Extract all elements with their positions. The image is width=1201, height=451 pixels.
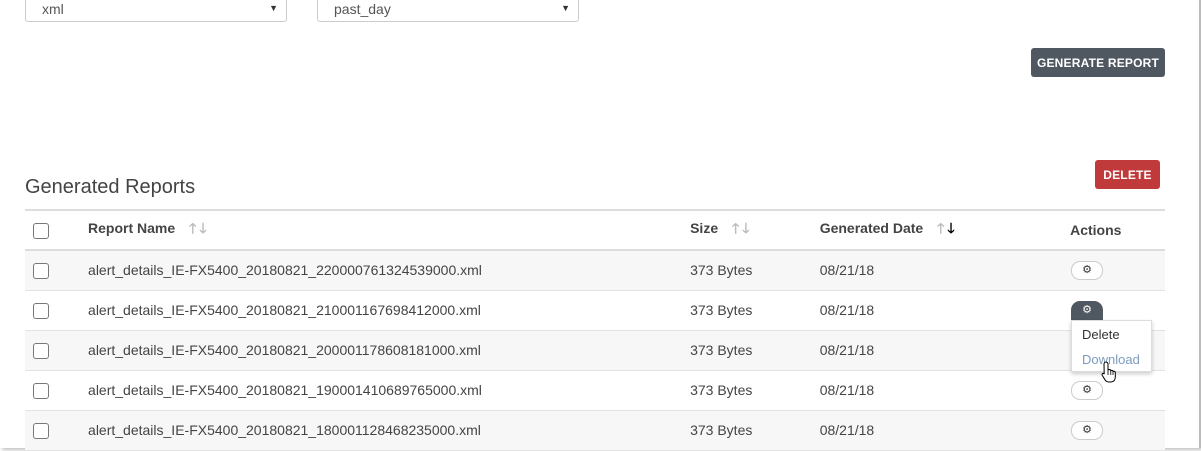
format-select[interactable]: xml ▼: [25, 0, 287, 22]
section-title: Generated Reports: [25, 176, 196, 198]
sort-arrows-icon[interactable]: 🡑🡓: [937, 220, 958, 236]
table-row: alert_details_IE-FX5400_20180821_2000011…: [25, 330, 1165, 370]
row-checkbox[interactable]: [33, 342, 49, 359]
row-report-name: alert_details_IE-FX5400_20180821_2200007…: [88, 262, 482, 279]
table-row: alert_details_IE-FX5400_20180821_2100011…: [25, 290, 1165, 330]
hand-pointer-icon: [1101, 361, 1116, 383]
row-checkbox[interactable]: [33, 302, 49, 319]
range-select[interactable]: past_day ▼: [317, 0, 579, 22]
table-row: alert_details_IE-FX5400_20180821_1900014…: [25, 370, 1165, 410]
header-generated-date[interactable]: Generated Date 🡑🡓: [819, 210, 1069, 250]
row-report-name: alert_details_IE-FX5400_20180821_2100011…: [88, 302, 481, 318]
header-size[interactable]: Size 🡑🡓: [689, 210, 819, 250]
select-all-checkbox[interactable]: [33, 222, 49, 239]
row-report-name: alert_details_IE-FX5400_20180821_2000011…: [88, 342, 481, 358]
range-select-value: past_day: [334, 1, 391, 17]
row-report-name: alert_details_IE-FX5400_20180821_1900014…: [88, 382, 482, 398]
row-checkbox[interactable]: [33, 262, 49, 279]
row-checkbox[interactable]: [33, 382, 49, 399]
row-date: 08/21/18: [819, 422, 875, 438]
row-size: 373 Bytes: [690, 302, 753, 318]
row-size: 373 Bytes: [690, 262, 753, 279]
header-actions: Actions: [1070, 222, 1122, 238]
reports-table: Report Name 🡑🡓 Size 🡑🡓 Generated Date 🡑🡓…: [25, 209, 1165, 451]
header-size-label: Size: [690, 220, 719, 236]
row-report-name: alert_details_IE-FX5400_20180821_1800011…: [88, 422, 481, 438]
header-report-name[interactable]: Report Name 🡑🡓: [87, 210, 689, 250]
gear-icon[interactable]: ⚙: [1071, 381, 1104, 400]
row-date: 08/21/18: [819, 382, 875, 398]
row-checkbox[interactable]: [33, 422, 49, 439]
table-row: alert_details_IE-FX5400_20180821_1800011…: [25, 410, 1165, 450]
generate-report-button[interactable]: GENERATE REPORT: [1031, 48, 1165, 77]
format-select-value: xml: [42, 1, 64, 17]
menu-item-delete[interactable]: Delete: [1082, 327, 1120, 342]
row-size: 373 Bytes: [690, 382, 753, 398]
header-select-all-cell: [25, 210, 87, 250]
table-row: alert_details_IE-FX5400_20180821_2200007…: [25, 250, 1165, 290]
row-date: 08/21/18: [819, 302, 875, 318]
gear-icon[interactable]: ⚙: [1071, 300, 1104, 321]
gear-icon[interactable]: ⚙: [1071, 261, 1104, 281]
sort-arrows-icon[interactable]: 🡑🡓: [189, 220, 210, 236]
row-size: 373 Bytes: [690, 422, 753, 438]
chevron-down-icon: ▼: [269, 3, 278, 13]
header-generated-date-label: Generated Date: [819, 220, 924, 236]
header-report-name-label: Report Name: [88, 220, 176, 236]
row-date: 08/21/18: [819, 342, 875, 358]
row-date: 08/21/18: [819, 262, 875, 279]
gear-icon[interactable]: ⚙: [1071, 421, 1104, 440]
sort-arrows-icon[interactable]: 🡑🡓: [732, 220, 753, 236]
delete-button[interactable]: DELETE: [1095, 160, 1160, 189]
row-size: 373 Bytes: [690, 342, 753, 358]
table-header-row: Report Name 🡑🡓 Size 🡑🡓 Generated Date 🡑🡓…: [25, 210, 1165, 250]
chevron-down-icon: ▼: [561, 3, 570, 13]
